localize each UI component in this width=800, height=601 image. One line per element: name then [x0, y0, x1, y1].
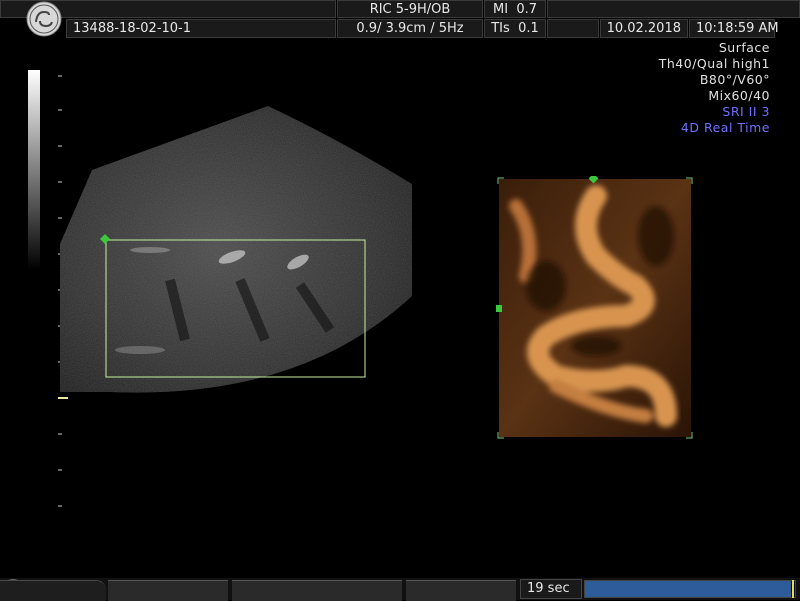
bottom-tab-left[interactable]	[0, 580, 106, 601]
bottom-tab-2[interactable]	[232, 580, 402, 601]
cine-progress-marker	[792, 580, 794, 598]
bottom-tab-3[interactable]	[406, 580, 516, 601]
volume-render-image	[496, 176, 693, 439]
timer-readout: 19 sec	[520, 579, 582, 599]
bottom-tab-1[interactable]	[108, 580, 228, 601]
cine-progress-bar[interactable]	[584, 580, 796, 598]
cine-progress-fill	[585, 581, 791, 597]
